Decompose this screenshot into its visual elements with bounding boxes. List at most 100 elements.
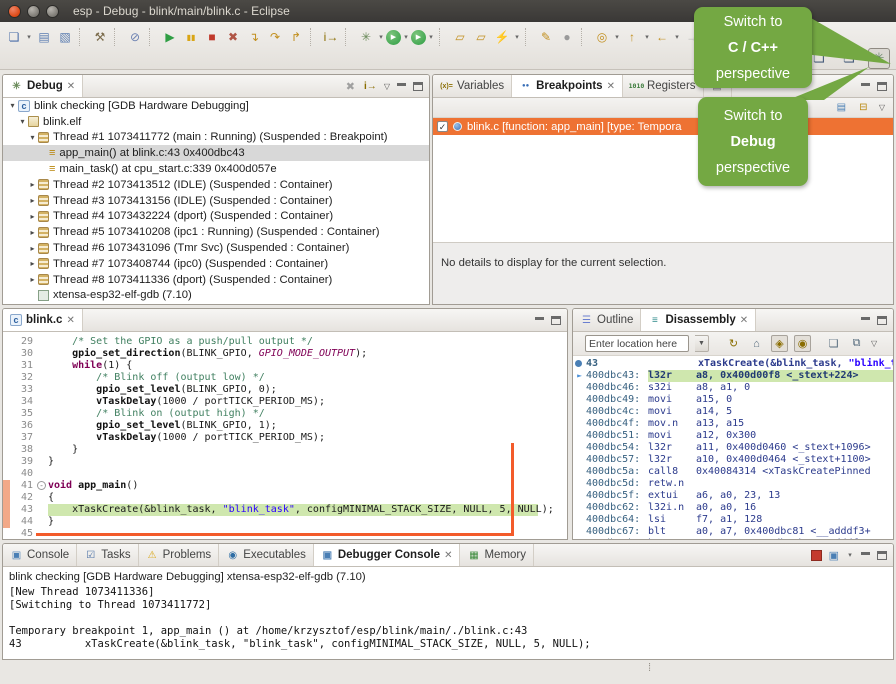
debug-config-button[interactable]: ✳ (356, 27, 376, 47)
expander-open-icon[interactable]: ▾ (7, 101, 18, 110)
maximize-icon[interactable] (877, 82, 887, 91)
expander-closed-icon[interactable]: ▸ (27, 275, 38, 284)
suspend-button[interactable]: ▮▮ (181, 27, 201, 47)
new-view-icon[interactable]: ❏ (825, 335, 842, 352)
location-input[interactable] (585, 335, 689, 352)
refresh-icon[interactable]: ↻ (725, 335, 742, 352)
expander-closed-icon[interactable]: ▸ (27, 180, 38, 189)
dropdown-caret-icon[interactable]: ▾ (846, 551, 854, 559)
window-maximize-button[interactable] (46, 5, 59, 18)
instruction-stepping-icon[interactable]: i→ (364, 80, 377, 92)
debug-tree-row[interactable]: ▾cblink checking [GDB Hardware Debugging… (3, 98, 429, 114)
tab-tasks[interactable]: ☑Tasks (77, 544, 138, 566)
console-output[interactable]: [New Thread 1073411336][Switching to Thr… (3, 585, 893, 652)
debug-tree-row[interactable]: ▸Thread #8 1073411336 (dport) (Suspended… (3, 272, 429, 288)
dropdown-caret-icon[interactable]: ▾ (25, 33, 33, 41)
debug-tree-row[interactable]: ▾blink.elf (3, 114, 429, 130)
breakpoint-row[interactable]: ✓ blink.c [function: app_main] [type: Te… (433, 118, 893, 135)
debug-tree-row[interactable]: ▾Thread #1 1073411772 (main : Running) (… (3, 130, 429, 146)
toggle-mark-button[interactable]: ● (557, 27, 577, 47)
minimize-icon[interactable] (861, 316, 870, 324)
view-menu-icon[interactable]: ▽ (871, 339, 877, 348)
expander-closed-icon[interactable]: ▸ (27, 244, 38, 253)
expander-closed-icon[interactable]: ▸ (27, 212, 38, 221)
link-icon[interactable]: ⧉ (848, 335, 865, 352)
tab-executables[interactable]: ◉Executables (219, 544, 314, 566)
step-into-button[interactable]: ↴ (244, 27, 264, 47)
tab-outline[interactable]: ☰Outline (573, 309, 641, 331)
flash-button[interactable]: ⚡ (492, 27, 512, 47)
debug-tree-row[interactable]: ▸Thread #2 1073413512 (IDLE) (Suspended … (3, 177, 429, 193)
profile-button[interactable]: ▶ (411, 30, 426, 45)
tab-debug[interactable]: ✳ Debug ✕ (3, 75, 83, 97)
tab-registers[interactable]: 1010Registers (623, 75, 704, 97)
debug-tree-row[interactable]: ≡app_main() at blink.c:43 0x400dbc43 (3, 145, 429, 161)
home-icon[interactable]: ⌂ (748, 335, 765, 352)
close-icon[interactable]: ✕ (607, 81, 615, 92)
display-console-icon[interactable]: ▣ (829, 549, 839, 562)
dropdown-caret-icon[interactable]: ▾ (513, 33, 521, 41)
save-button[interactable]: ▤ (34, 27, 54, 47)
expander-closed-icon[interactable]: ▸ (27, 228, 38, 237)
debug-tree[interactable]: ▾cblink checking [GDB Hardware Debugging… (3, 98, 429, 303)
resume-button[interactable]: ▶ (160, 27, 180, 47)
minimize-icon[interactable] (861, 82, 870, 90)
tab-debugger-console[interactable]: ▣Debugger Console✕ (314, 544, 461, 566)
maximize-icon[interactable] (413, 82, 423, 91)
location-dropdown-icon[interactable]: ▼ (695, 335, 709, 352)
pin-button[interactable]: ◎ (592, 27, 612, 47)
dropdown-caret-icon[interactable]: ▾ (377, 33, 385, 41)
step-over-button[interactable]: ↷ (265, 27, 285, 47)
tab-problems[interactable]: ⚠Problems (139, 544, 220, 566)
tab-variables[interactable]: (x)=Variables (433, 75, 512, 97)
terminate-button[interactable]: ■ (202, 27, 222, 47)
tab-disassembly[interactable]: ≡Disassembly✕ (641, 309, 756, 331)
instruction-stepping-button[interactable]: i→ (321, 27, 341, 47)
tab-console[interactable]: ▣Console (3, 544, 77, 566)
build-button[interactable]: ⚒ (90, 27, 110, 47)
close-icon[interactable]: ✕ (67, 81, 75, 92)
step-return-button[interactable]: ↱ (286, 27, 306, 47)
view-menu-icon[interactable]: ▽ (879, 103, 885, 112)
tab-blink-c[interactable]: c blink.c ✕ (3, 309, 83, 331)
minimize-icon[interactable] (397, 82, 406, 90)
save-all-button[interactable]: ▧ (55, 27, 75, 47)
close-icon[interactable]: ✕ (444, 550, 452, 561)
collapse-all-icon[interactable]: ⊟ (857, 102, 870, 114)
format-button[interactable]: ✎ (536, 27, 556, 47)
expander-closed-icon[interactable]: ▸ (27, 196, 38, 205)
maximize-icon[interactable] (877, 551, 887, 560)
splitter-grip[interactable]: ⁞ (648, 662, 651, 674)
expander-open-icon[interactable]: ▾ (27, 133, 38, 142)
debug-tree-row[interactable]: ▸Thread #5 1073410208 (ipc1 : Running) (… (3, 224, 429, 240)
close-icon[interactable]: ✕ (740, 315, 748, 326)
debug-tree-row[interactable]: ▸Thread #3 1073413156 (IDLE) (Suspended … (3, 193, 429, 209)
open-folder-button[interactable]: ▱ (450, 27, 470, 47)
expander-closed-icon[interactable]: ▸ (27, 259, 38, 268)
cpp-perspective-button[interactable]: ❏ (838, 48, 860, 69)
debug-tree-row[interactable]: ≡main_task() at cpu_start.c:339 0x400d05… (3, 161, 429, 177)
minimize-icon[interactable] (535, 316, 544, 324)
run-button[interactable]: ▶ (386, 30, 401, 45)
code-editor[interactable]: 29 /* Set the GPIO as a push/pull output… (3, 332, 567, 540)
dropdown-caret-icon[interactable]: ▾ (613, 33, 621, 41)
last-edit-location-button[interactable]: ↑ (622, 27, 642, 47)
skip-all-breakpoints-button[interactable]: ⊘ (125, 27, 145, 47)
dropdown-caret-icon[interactable]: ▾ (402, 33, 410, 41)
maximize-icon[interactable] (551, 316, 561, 325)
window-close-button[interactable] (8, 5, 21, 18)
fold-collapse-icon[interactable]: - (37, 481, 46, 490)
breakpoint-checkbox[interactable]: ✓ (437, 121, 448, 132)
close-icon[interactable]: ✕ (66, 315, 74, 326)
tab-memory[interactable]: ▦Memory (460, 544, 534, 566)
maximize-icon[interactable] (877, 316, 887, 325)
debug-tree-row[interactable]: xtensa-esp32-elf-gdb (7.10) (3, 288, 429, 304)
new-wizard-button[interactable]: ❏ (4, 27, 24, 47)
back-button[interactable]: ← (652, 27, 672, 47)
minimize-icon[interactable] (861, 551, 870, 559)
open-resource-button[interactable]: ▱ (471, 27, 491, 47)
sync-icon[interactable]: ◈ (771, 335, 788, 352)
debug-tree-row[interactable]: ▸Thread #7 1073408744 (ipc0) (Suspended … (3, 256, 429, 272)
debug-tree-row[interactable]: ▸Thread #4 1073432224 (dport) (Suspended… (3, 209, 429, 225)
expander-open-icon[interactable]: ▾ (17, 117, 28, 126)
